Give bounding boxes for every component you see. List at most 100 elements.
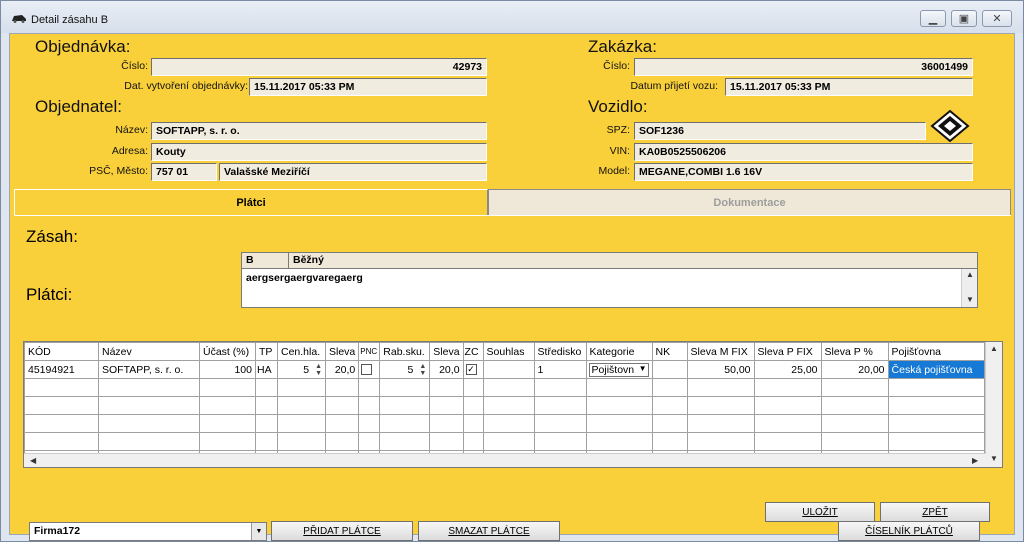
maximize-icon: ▣ (958, 13, 970, 25)
cell-souhlas[interactable] (482, 360, 535, 379)
vozidlo-model-field[interactable]: MEGANE,COMBI 1.6 16V (634, 163, 973, 181)
zasah-code: B (242, 253, 289, 269)
col-zc[interactable]: ZC (462, 342, 484, 361)
title-bar[interactable]: Detail zásahu B ▁ ▣ ✕ (1, 1, 1023, 33)
spinner-icon[interactable]: ▲ ▼ (312, 363, 322, 377)
scroll-right-icon[interactable]: ▶ (972, 456, 978, 465)
col-rab-sku[interactable]: Rab.sku. (379, 342, 431, 361)
tabs-panel: Plátci Dokumentace Zásah: B Běžný aergse… (14, 189, 1011, 541)
cell-sleva-p-fix[interactable]: 25,00 (753, 360, 822, 379)
firma-select[interactable]: Firma172 ▼ (29, 522, 267, 541)
close-button[interactable]: ✕ (982, 10, 1012, 27)
zc-checkbox[interactable]: ✓ (465, 364, 477, 376)
col-tp[interactable]: TP (255, 342, 278, 361)
objednatel-nazev-field[interactable]: SOFTAPP, s. r. o. (151, 122, 487, 140)
tab-content-platci: Zásah: B Běžný aergsergaergvaregaerg ▲ ▼… (14, 215, 1011, 541)
cell-sleva-p-pct[interactable]: 20,00 (820, 360, 889, 379)
col-sleva-p-pct[interactable]: Sleva P % (820, 342, 889, 361)
kategorie-value: Pojištovn (591, 363, 635, 376)
col-cen-hla[interactable]: Cen.hla. (277, 342, 326, 361)
objednavka-cislo-field[interactable]: 42973 (151, 58, 487, 76)
detail-window: Detail zásahu B ▁ ▣ ✕ Objednávka: Číslo:… (0, 0, 1024, 542)
vozidlo-spz-field[interactable]: SOF1236 (634, 122, 926, 140)
tab-platci[interactable]: Plátci (14, 189, 488, 216)
scroll-up-icon[interactable]: ▲ (966, 270, 974, 279)
window-title: Detail zásahu B (31, 14, 109, 26)
minimize-button[interactable]: ▁ (920, 10, 946, 27)
maximize-button[interactable]: ▣ (951, 10, 977, 27)
objednavka-datum-label: Dat. vytvoření objednávky: (124, 80, 248, 92)
objednatel-mesto-field[interactable]: Valašské Meziříčí (219, 163, 487, 181)
zpet-button[interactable]: ZPĚT (880, 502, 990, 522)
objednavka-datum-field[interactable]: 15.11.2017 05:33 PM (249, 78, 487, 96)
table-row[interactable] (24, 432, 985, 451)
col-kategorie[interactable]: Kategorie (585, 342, 653, 361)
col-sleva-2[interactable]: Sleva (429, 342, 464, 361)
close-icon: ✕ (992, 13, 1002, 25)
vozidlo-vin-field[interactable]: KA0B0525506206 (634, 143, 973, 161)
zasah-text[interactable]: aergsergaergvaregaerg (246, 272, 363, 284)
table-row[interactable] (24, 414, 985, 433)
zasah-box: B Běžný aergsergaergvaregaerg ▲ ▼ (241, 252, 978, 308)
kategorie-select[interactable]: Pojištovn ▼ (588, 362, 649, 377)
zakazka-cislo-label: Číslo: (603, 60, 630, 72)
col-stredisko[interactable]: Středisko (533, 342, 587, 361)
grid-vertical-scrollbar[interactable]: ▲ ▼ (985, 342, 1002, 467)
cell-kategorie[interactable]: Pojištovn ▼ (585, 360, 653, 379)
cell-sleva-2[interactable]: 20,0 (429, 360, 464, 379)
pnc-checkbox[interactable] (361, 364, 373, 376)
objednatel-psc-field[interactable]: 757 01 (151, 163, 217, 181)
cell-sleva-m-fix[interactable]: 50,00 (686, 360, 755, 379)
col-souhlas[interactable]: Souhlas (482, 342, 535, 361)
col-sleva-m-fix[interactable]: Sleva M FIX (686, 342, 755, 361)
cell-sleva[interactable]: 20,0 (324, 360, 360, 379)
objednatel-psc-label: PSČ, Město: (89, 165, 148, 177)
cell-rab-sku[interactable]: 5 ▲ ▼ (379, 360, 431, 379)
col-nk[interactable]: NK (651, 342, 688, 361)
col-pnc[interactable]: PNC (358, 342, 381, 361)
cell-tp[interactable]: HA (255, 360, 278, 379)
grid-header-row: KÓD Název Účast (%) TP Cen.hla. Sleva PN… (24, 342, 985, 361)
cell-stredisko[interactable]: 1 (533, 360, 587, 379)
chevron-down-icon[interactable]: ▼ (251, 523, 266, 540)
scroll-down-icon[interactable]: ▼ (990, 454, 998, 463)
cell-nk[interactable] (651, 360, 688, 379)
col-kod[interactable]: KÓD (24, 342, 99, 361)
platci-grid: KÓD Název Účast (%) TP Cen.hla. Sleva PN… (23, 341, 1003, 468)
rab-sku-value: 5 (407, 363, 414, 376)
objednatel-nazev-label: Název: (115, 124, 148, 136)
cell-zc[interactable]: ✓ (462, 360, 484, 379)
zasah-scrollbar[interactable]: ▲ ▼ (961, 269, 977, 307)
spinner-icon[interactable]: ▲ ▼ (416, 363, 426, 377)
col-sleva[interactable]: Sleva (324, 342, 360, 361)
grid-horizontal-scrollbar[interactable]: ◀ ▶ (24, 453, 986, 467)
cell-cen-hla[interactable]: 5 ▲ ▼ (277, 360, 326, 379)
cell-pnc[interactable] (358, 360, 381, 379)
scroll-down-icon[interactable]: ▼ (966, 295, 974, 304)
scroll-left-icon[interactable]: ◀ (30, 456, 36, 465)
ciselnik-platcu-button[interactable]: ČÍSELNÍK PLÁTCŮ (838, 521, 980, 541)
zakazka-cislo-field[interactable]: 36001499 (634, 58, 973, 76)
pridat-platce-button[interactable]: PŘIDAT PLÁTCE (271, 521, 413, 541)
objednavka-cislo-label: Číslo: (121, 60, 148, 72)
renault-logo-icon (930, 109, 970, 143)
col-ucast[interactable]: Účast (%) (199, 342, 256, 361)
scroll-up-icon[interactable]: ▲ (990, 344, 998, 353)
table-row[interactable] (24, 378, 985, 397)
smazat-platce-button[interactable]: SMAZAT PLÁTCE (418, 521, 560, 541)
cell-ucast[interactable]: 100 (199, 360, 256, 379)
cell-kod[interactable]: 45194921 (24, 360, 99, 379)
cell-nazev[interactable]: SOFTAPP, s. r. o. (98, 360, 200, 379)
zasah-heading: Zásah: (26, 227, 78, 246)
ulozit-button[interactable]: ULOŽIT (765, 502, 875, 522)
col-nazev[interactable]: Název (98, 342, 200, 361)
zakazka-datum-label: Datum přijetí vozu: (630, 80, 718, 92)
tab-dokumentace[interactable]: Dokumentace (488, 189, 1011, 216)
objednatel-adresa-field[interactable]: Kouty (151, 143, 487, 161)
col-sleva-p-fix[interactable]: Sleva P FIX (753, 342, 822, 361)
zakazka-datum-field[interactable]: 15.11.2017 05:33 PM (725, 78, 973, 96)
cell-pojistovna[interactable]: Česká pojišťovna (887, 360, 985, 379)
table-row[interactable]: 45194921 SOFTAPP, s. r. o. 100 HA 5 ▲ ▼ 2… (24, 360, 985, 379)
table-row[interactable] (24, 396, 985, 415)
col-pojistovna[interactable]: Pojišťovna (887, 342, 985, 361)
